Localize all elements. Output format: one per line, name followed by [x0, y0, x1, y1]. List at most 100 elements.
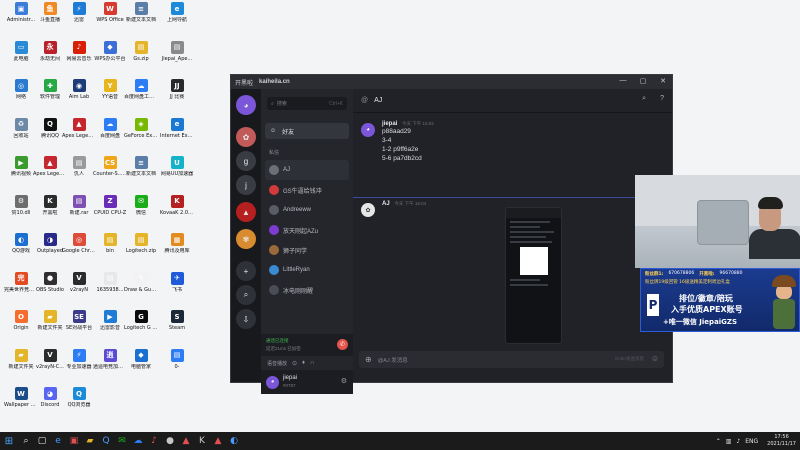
- desktop-icon[interactable]: 逍逍遥电竞加速器: [93, 348, 127, 370]
- desktop-icon[interactable]: ☁ 百度网盘: [93, 117, 127, 139]
- server-icon[interactable]: ✾: [236, 229, 256, 249]
- user-avatar[interactable]: ◕: [266, 375, 279, 389]
- desktop-icon[interactable]: G Logitech G HUB: [124, 310, 158, 331]
- desktop-icon[interactable]: ▤ 仇人: [62, 156, 96, 177]
- desktop-icon[interactable]: ▤ bin: [93, 233, 127, 254]
- netease-music-icon[interactable]: ♪: [146, 433, 162, 449]
- search-input[interactable]: ⌕ 搜索 Ctrl+K: [267, 97, 347, 110]
- desktop-app-icon: JJ: [170, 79, 184, 92]
- tray-icon[interactable]: ⌃: [716, 438, 721, 445]
- desktop-app-icon: U: [170, 156, 184, 169]
- desktop-icon[interactable]: ▦ 腾讯及用库: [160, 233, 194, 254]
- dm-item[interactable]: 放天刚起AZu: [265, 220, 349, 240]
- minimize-icon[interactable]: —: [618, 77, 628, 85]
- desktop-icon[interactable]: U 网易UU加速器: [160, 156, 194, 177]
- server-icon[interactable]: g: [236, 151, 256, 171]
- network-icon[interactable]: ▥: [726, 438, 732, 445]
- server-icon[interactable]: ⇩: [236, 309, 256, 329]
- desktop-icon[interactable]: SE SE对战平台: [62, 310, 96, 331]
- microphone-icon[interactable]: ♦: [302, 360, 305, 366]
- clock[interactable]: 17:56 2021/11/17: [767, 434, 796, 448]
- input-method-label[interactable]: ENG: [745, 438, 758, 445]
- desktop-icon[interactable]: ♪ 网易云音乐: [62, 40, 96, 62]
- desktop-icon[interactable]: ✈ 飞书: [160, 271, 194, 293]
- message-avatar[interactable]: ✿: [361, 203, 375, 217]
- desktop-icon[interactable]: ☁ 百度网盘工作台: [124, 79, 158, 100]
- desktop-icon[interactable]: KKovaaK 2.0 The Meta: [160, 194, 194, 216]
- desktop-icon[interactable]: ▤ Logitech.zip: [124, 233, 158, 254]
- dm-item[interactable]: GS牛逼给钱冲: [265, 180, 349, 200]
- friends-button[interactable]: ☺ 好友: [265, 123, 349, 139]
- search-icon[interactable]: ⌕: [18, 433, 34, 449]
- help-icon[interactable]: ?: [660, 95, 664, 103]
- emoji-icon[interactable]: ☺: [651, 354, 659, 363]
- dm-item[interactable]: LittleRyan: [265, 260, 349, 280]
- desktop-icon[interactable]: ▤ 新建.rar: [62, 194, 96, 216]
- window-titlebar[interactable]: 开黑啦 kaiheila.cn — ▢ ✕: [231, 75, 672, 89]
- desktop-icon[interactable]: Z CPUID CPU-Z: [93, 194, 127, 216]
- screenshot-attachment[interactable]: [505, 207, 562, 344]
- desktop-icon[interactable]: S Steam: [160, 310, 194, 331]
- desktop-icon[interactable]: ▤ 0-: [160, 348, 194, 370]
- desktop-icon[interactable]: JJ JJ 比赛: [160, 79, 194, 100]
- desktop-icon[interactable]: ◆ 电脑管家: [124, 348, 158, 370]
- baidu-netdisk-icon[interactable]: ☁: [130, 433, 146, 449]
- gear-icon[interactable]: ⚙: [341, 377, 347, 385]
- desktop-icon[interactable]: Y YY语音: [93, 79, 127, 100]
- wechat-icon[interactable]: ✉: [114, 433, 130, 449]
- desktop-icon[interactable]: ▤ Jiepai_Ape...: [160, 40, 194, 62]
- add-attachment-icon[interactable]: ⊕: [365, 355, 372, 364]
- desktop-icon[interactable]: ≡ 新建文本文档: [124, 156, 158, 177]
- desktop-icon[interactable]: ≡ 新建文本文档: [124, 2, 158, 23]
- app-icon[interactable]: ◐: [226, 433, 242, 449]
- server-icon[interactable]: ▲: [236, 202, 256, 222]
- desktop-icon[interactable]: ⚡ 迅雷: [62, 2, 96, 23]
- start-button[interactable]: ⊞: [0, 436, 18, 447]
- dm-item[interactable]: Andreeww: [265, 200, 349, 220]
- message-author[interactable]: AJ: [382, 201, 390, 207]
- settings-icon[interactable]: ⊙: [292, 360, 297, 367]
- search-icon[interactable]: ⌕: [642, 95, 646, 103]
- app-icon[interactable]: ▣: [66, 433, 82, 449]
- headphones-icon[interactable]: ∩: [310, 360, 314, 366]
- desktop-icon[interactable]: Vv2rayN: [62, 271, 96, 293]
- desktop-icon[interactable]: ✎ Draw & Guess: [124, 271, 158, 293]
- server-icon[interactable]: ✿: [236, 127, 256, 147]
- server-icon[interactable]: ⌕: [236, 285, 256, 305]
- dm-item[interactable]: 狮子同学: [265, 240, 349, 260]
- desktop-icon[interactable]: ◉ Aim Lab: [62, 79, 96, 100]
- desktop-icon[interactable]: W WPS Office: [93, 2, 127, 23]
- desktop-icon[interactable]: ▲ Apex Legends: [62, 117, 96, 139]
- dm-item[interactable]: 冰电刚刚醒: [265, 280, 349, 300]
- apex-icon[interactable]: ▲: [210, 433, 226, 449]
- desktop-icon[interactable]: eInternet Explorer: [160, 117, 194, 139]
- edge-icon[interactable]: e: [50, 433, 66, 449]
- volume-icon[interactable]: ♪: [736, 438, 740, 445]
- desktop-icon[interactable]: ◈GeForce Experience: [124, 117, 158, 139]
- close-icon[interactable]: ✕: [658, 77, 668, 85]
- task-view-icon[interactable]: ▢: [34, 433, 50, 449]
- message-input[interactable]: ⊕ @AJ 发消息 Enter发送消息 ☺: [359, 351, 664, 368]
- server-icon[interactable]: j: [236, 175, 256, 195]
- desktop-icon[interactable]: ▤ 1635938...: [93, 271, 127, 293]
- desktop-icon[interactable]: ◆ WPS办公平台: [93, 40, 127, 62]
- desktop-icon[interactable]: e 上网导航: [160, 2, 194, 23]
- server-icon[interactable]: +: [236, 261, 256, 281]
- desktop-icon[interactable]: ✉ 微信: [124, 194, 158, 216]
- app-icon[interactable]: ▲: [178, 433, 194, 449]
- hangup-icon[interactable]: ✆: [337, 339, 348, 350]
- qq-browser-icon[interactable]: Q: [98, 433, 114, 449]
- dm-item[interactable]: AJ: [265, 160, 349, 180]
- desktop-icon[interactable]: ▶ 迅雷影音: [93, 310, 127, 331]
- explorer-icon[interactable]: ▰: [82, 433, 98, 449]
- server-icon[interactable]: ◕: [236, 95, 256, 115]
- message-avatar[interactable]: ◕: [361, 123, 375, 137]
- desktop-icon[interactable]: Q QQ浏览器: [62, 387, 96, 408]
- desktop-icon[interactable]: ▤ Gs.zip: [124, 40, 158, 62]
- desktop-icon[interactable]: ◎ Google Chrome: [62, 233, 96, 254]
- maximize-icon[interactable]: ▢: [638, 77, 648, 85]
- desktop-icon[interactable]: ⚡ 专业加速器: [62, 348, 96, 370]
- kaiheila-icon[interactable]: K: [194, 433, 210, 449]
- obs-icon[interactable]: ●: [162, 433, 178, 449]
- desktop-icon[interactable]: CS Counter-S... Global Off...: [93, 156, 127, 177]
